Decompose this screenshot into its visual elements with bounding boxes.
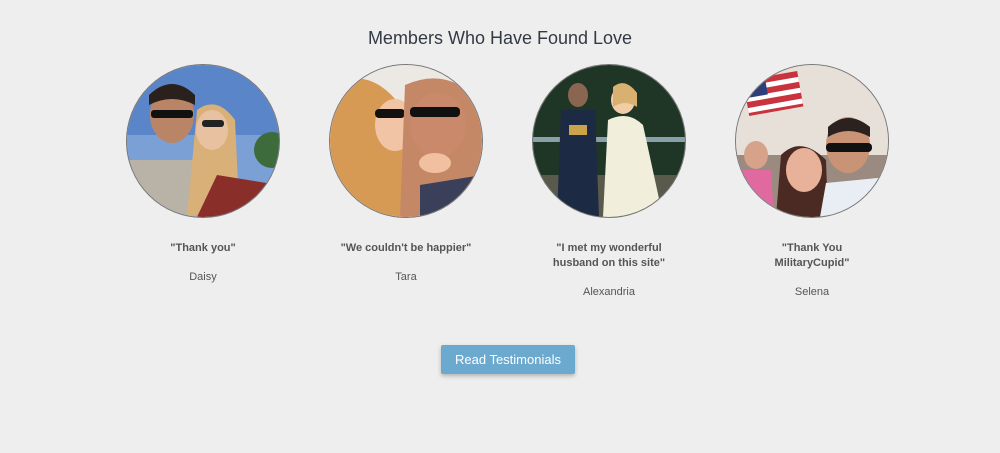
member-photo [126, 64, 280, 218]
member-card: "I met my wonderful husband on this site… [519, 64, 699, 298]
member-name: Selena [794, 286, 830, 298]
member-name: Tara [395, 271, 417, 283]
member-card: "Thank You MilitaryCupid" Selena [722, 64, 902, 298]
member-quote: "Thank you" [170, 242, 236, 254]
member-name: Daisy [189, 271, 217, 283]
member-card: "We couldn't be happier" Tara [316, 64, 496, 283]
member-photo [329, 64, 483, 218]
member-photo [735, 64, 889, 218]
member-name: Alexandria [583, 286, 635, 298]
read-testimonials-button[interactable]: Read Testimonials [441, 345, 575, 374]
member-quote: "Thank You MilitaryCupid" [774, 242, 850, 269]
member-photo [532, 64, 686, 218]
section-title: Members Who Have Found Love [367, 28, 633, 48]
member-card: "Thank you" Daisy [113, 64, 293, 283]
member-quote: "We couldn't be happier" [340, 242, 472, 254]
member-quote: "I met my wonderful husband on this site… [552, 242, 666, 269]
